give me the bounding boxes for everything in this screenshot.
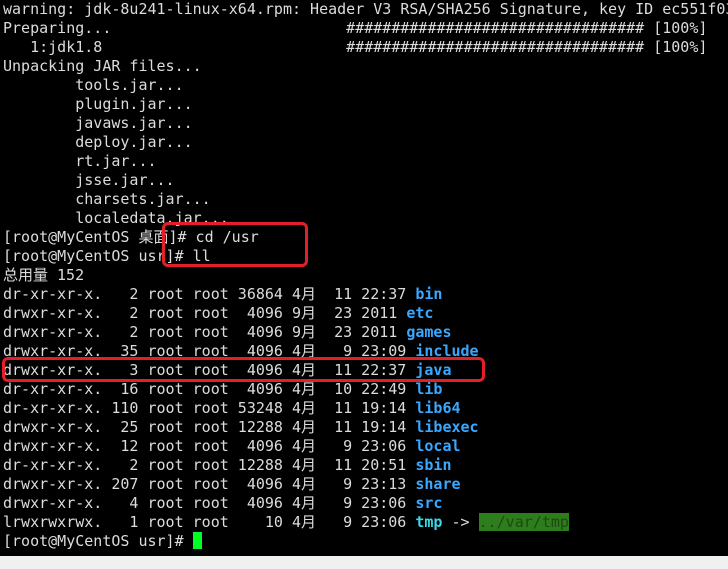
file-meta: drwxr-xr-x. 35 root root 4096 4月 9 23:09 [3,342,416,360]
rpm-line: rt.jar... [3,152,157,170]
file-meta: drwxr-xr-x. 12 root root 4096 4月 9 23:06 [3,437,416,455]
listing-row: dr-xr-xr-x. 2 root root 12288 4月 11 20:5… [3,456,728,475]
rpm-line: warning: jdk-8u241-linux-x64.rpm: Header… [3,0,728,18]
rpm-line: plugin.jar... [3,95,193,113]
listing-row: dr-xr-xr-x. 16 root root 4096 4月 10 22:4… [3,380,728,399]
directory-name: src [415,494,443,512]
rpm-line: deploy.jar... [3,133,193,151]
command-text: # cd /usr [177,228,259,246]
listing-row: dr-xr-xr-x. 2 root root 36864 4月 11 22:3… [3,285,728,304]
directory-name: java [415,361,452,379]
file-meta: dr-xr-xr-x. 16 root root 4096 4月 10 22:4… [3,380,416,398]
symlink-arrow: -> [442,513,479,531]
listing-total: 总用量 152 [3,266,85,284]
file-meta: drwxr-xr-x. 2 root root 4096 9月 23 2011 [3,304,407,322]
listing-row: drwxr-xr-x. 12 root root 4096 4月 9 23:06… [3,437,728,456]
rpm-line: Preparing... ###########################… [3,19,708,37]
rpm-line: javaws.jar... [3,114,193,132]
shell-prompt: [root@MyCentOS usr]# [3,532,193,550]
directory-name: share [415,475,461,493]
directory-name: local [415,437,461,455]
listing-row: lrwxrwxrwx. 1 root root 10 4月 9 23:06 tm… [3,513,728,532]
file-meta: dr-xr-xr-x. 2 root root 36864 4月 11 22:3… [3,285,416,303]
directory-name: etc [406,304,434,322]
listing-row: drwxr-xr-x. 207 root root 4096 4月 9 23:1… [3,475,728,494]
shell-prompt: [root@MyCentOS usr] [3,247,175,265]
file-meta: lrwxrwxrwx. 1 root root 10 4月 9 23:06 [3,513,416,531]
listing-row: drwxr-xr-x. 4 root root 4096 4月 9 23:06 … [3,494,728,513]
rpm-line: charsets.jar... [3,190,211,208]
listing-row: drwxr-xr-x. 2 root root 4096 9月 23 2011 … [3,304,728,323]
command-text: # ll [174,247,211,265]
file-meta: drwxr-xr-x. 207 root root 4096 4月 9 23:1… [3,475,416,493]
cursor-block [192,532,202,549]
directory-name: lib [415,380,443,398]
directory-listing: dr-xr-xr-x. 2 root root 36864 4月 11 22:3… [3,285,728,532]
listing-row: drwxr-xr-x. 2 root root 4096 9月 23 2011 … [3,323,728,342]
rpm-line: tools.jar... [3,76,184,94]
file-meta: drwxr-xr-x. 4 root root 4096 4月 9 23:06 [3,494,416,512]
terminal-output: warning: jdk-8u241-linux-x64.rpm: Header… [3,0,728,551]
file-meta: drwxr-xr-x. 2 root root 4096 9月 23 2011 [3,323,407,341]
file-meta: drwxr-xr-x. 3 root root 4096 4月 11 22:37 [3,361,416,379]
rpm-line: Unpacking JAR files... [3,57,202,75]
listing-row: drwxr-xr-x. 3 root root 4096 4月 11 22:37… [3,361,728,380]
rpm-line: jsse.jar... [3,171,175,189]
symlink-target: ../var/tmp [478,513,569,531]
directory-name: lib64 [415,399,461,417]
listing-row: dr-xr-xr-x. 110 root root 53248 4月 11 19… [3,399,728,418]
directory-name: sbin [415,456,452,474]
command-line-ll: [root@MyCentOS usr]# ll [3,247,728,266]
window-bottom-bar [0,556,728,569]
listing-row: drwxr-xr-x. 25 root root 12288 4月 11 19:… [3,418,728,437]
directory-name: games [406,323,452,341]
rpm-line: 1:jdk1.8 ###############################… [3,38,708,56]
file-meta: dr-xr-xr-x. 2 root root 12288 4月 11 20:5… [3,456,416,474]
directory-name: libexec [415,418,479,436]
terminal-window[interactable]: warning: jdk-8u241-linux-x64.rpm: Header… [0,0,728,556]
file-meta: dr-xr-xr-x. 110 root root 53248 4月 11 19… [3,399,416,417]
file-meta: drwxr-xr-x. 25 root root 12288 4月 11 19:… [3,418,416,436]
symlink-name: tmp [415,513,443,531]
active-prompt-line[interactable]: [root@MyCentOS usr]# [3,532,728,551]
command-line-cd: [root@MyCentOS 桌面]# cd /usr [3,228,728,247]
shell-prompt: [root@MyCentOS 桌面] [3,228,178,246]
listing-row: drwxr-xr-x. 35 root root 4096 4月 9 23:09… [3,342,728,361]
directory-name: include [415,342,479,360]
directory-name: bin [415,285,443,303]
rpm-line: localedata.jar... [3,209,229,227]
